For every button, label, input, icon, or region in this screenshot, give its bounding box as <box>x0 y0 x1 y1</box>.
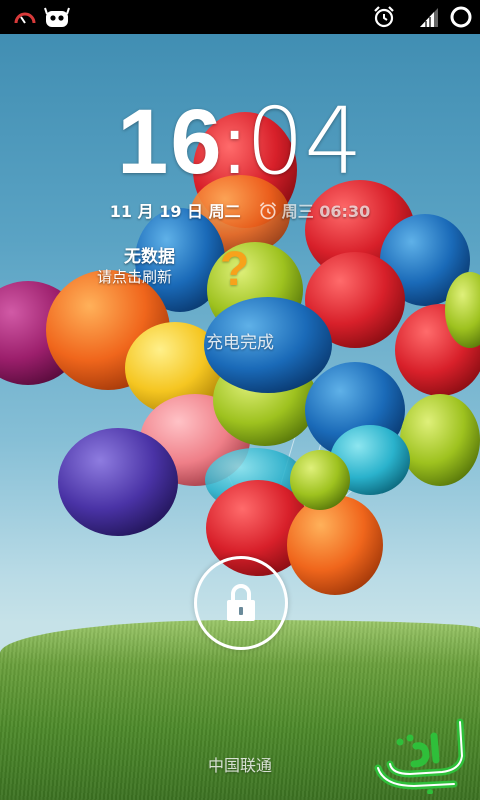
alarm-clock-icon <box>370 0 398 34</box>
clock-hour: 16 <box>117 91 224 193</box>
charging-status: 充电完成 <box>206 333 274 353</box>
clock-minute: 04 <box>245 88 363 195</box>
lockscreen: 16:04 11 月 19 日 周二 周三 06:30 无数据 请点击刷新 ? … <box>0 0 480 800</box>
android-robot-icon <box>42 0 72 34</box>
watermark-logo <box>374 718 466 794</box>
unlock-button[interactable] <box>194 556 288 650</box>
data-gauge-icon <box>10 0 40 34</box>
date-row: 11 月 19 日 周二 周三 06:30 <box>0 198 480 225</box>
date-text: 11 月 19 日 周二 <box>109 202 241 221</box>
clock-separator: : <box>223 101 246 190</box>
weather-refresh-hint: 请点击刷新 <box>97 268 173 286</box>
weather-unknown-icon: ? <box>220 243 250 296</box>
alarm-text: 周三 06:30 <box>281 202 371 221</box>
padlock-icon <box>227 584 255 621</box>
alarm-icon <box>258 201 278 225</box>
weather-title: 无数据 <box>124 247 175 267</box>
status-bar <box>0 0 480 34</box>
lockscreen-clock: 16:04 <box>0 88 480 195</box>
signal-strength-icon <box>416 0 442 34</box>
next-alarm: 周三 06:30 <box>258 202 371 221</box>
battery-ring-icon <box>446 0 476 34</box>
